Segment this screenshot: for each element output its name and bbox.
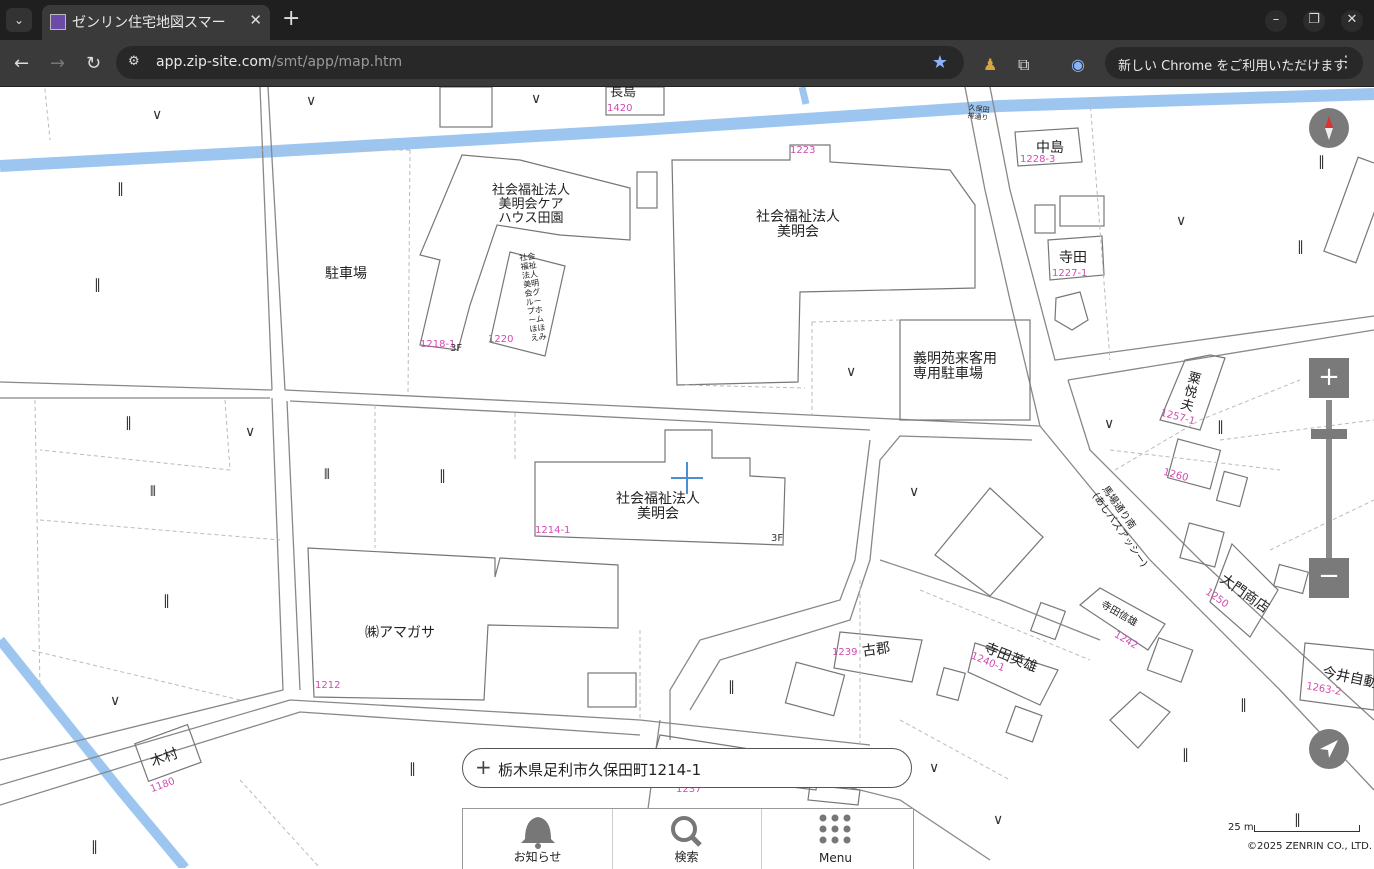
forward-button[interactable]: → [50,53,65,74]
bell-icon [521,817,555,849]
label-furugo: 古郡 [861,640,892,660]
label-shafuku-center: 社会福祉法人 美明会 [616,491,700,522]
lot-number: 1214-1 [535,525,571,536]
label-terada: 寺田 [1059,250,1087,266]
lot-number: 1227-1 [1052,268,1088,279]
field-symbol-icon: ∨ [909,484,920,500]
field-symbol-icon: ∨ [110,693,121,709]
address-omnibox[interactable]: ⚙ app.zip-site.com/smt/app/map.htm ★ [116,46,964,79]
paddy-symbol-icon: ∥ [1240,697,1247,713]
bookmark-star-icon[interactable]: ★ [932,52,948,73]
restore-button[interactable]: ❐ [1303,10,1325,32]
label-shafuku-top: 社会福祉法人 美明会 [756,209,840,240]
label-amagasa: ㈱アマガサ [365,625,435,641]
field-symbol-icon: ∨ [1104,416,1115,432]
paddy-symbol-icon: ∥ [439,468,446,484]
field-symbol-icon: ∨ [531,91,542,107]
search-icon [671,816,702,847]
bottom-menu: お知らせ 検索 Menu [462,808,914,869]
lot-number: 1212 [315,680,341,691]
label-care-house: 社会福祉法人 美明会ケア ハウス田園 [492,183,571,226]
floor-count: 3F [771,533,784,544]
lot-number: 1420 [607,103,633,114]
zenrin-favicon-icon [50,14,66,30]
menu-search-button[interactable]: 検索 [612,809,762,869]
floor-count: 3F [450,343,463,354]
lot-number: 1220 [488,334,514,345]
field-symbol-icon: ∨ [306,93,317,109]
paddy-symbol-icon: ∥ [163,593,170,609]
scale-bar [1254,825,1360,832]
menu-label: 検索 [674,850,699,864]
field-symbol-icon: ∨ [152,107,163,123]
zoom-out-button[interactable]: − [1309,558,1349,598]
paddy-symbol-icon: ∥ [117,181,124,197]
field-symbol-icon: ∨ [846,364,857,380]
zoom-in-button[interactable]: + [1309,358,1349,398]
compass-button[interactable] [1309,108,1349,148]
menu-main-button[interactable]: Menu [761,809,910,869]
menu-notices-button[interactable]: お知らせ [463,809,613,869]
reload-button[interactable]: ↻ [86,53,101,74]
field-symbol-icon: ∨ [245,424,256,440]
paddy-symbol-icon: ∥ [1217,419,1224,435]
field-symbol-icon: ∨ [993,812,1004,828]
paddy-symbol-icon: ∥ [1182,747,1189,763]
paddy-symbol-icon: ∥ [125,415,132,431]
label-visitor-parking: 義明苑来客用 専用駐車場 [913,351,997,382]
site-info-icon[interactable]: ⚙ [128,54,140,69]
update-text: 新しい Chrome をご利用いただけます [1118,59,1347,74]
paddy-symbol-icon: ∥ [94,277,101,293]
browser-toolbar: ← → ↻ ⚙ app.zip-site.com/smt/app/map.htm… [0,40,1374,87]
plus-icon: + [475,755,492,779]
tab-bar: ⌄ ゼンリン住宅地図スマー ✕ + – ❐ ✕ [0,0,1374,40]
tab-search-button[interactable]: ⌄ [6,8,32,32]
lot-number: 1223 [790,145,816,156]
extension-icon[interactable]: ♟ [983,55,997,74]
grid-icon [819,814,851,844]
zoom-slider-handle[interactable] [1311,429,1347,439]
paddy-symbol-icon: ∥ [1318,154,1325,170]
paddy-symbol-icon: ∥ [1297,239,1304,255]
orchard-symbol-icon: ⫴ [324,467,330,483]
address-bar[interactable]: + 栃木県足利市久保田町1214-1 [462,748,912,788]
address-text: 栃木県足利市久保田町1214-1 [498,761,702,779]
label-parking: 駐車場 [325,266,367,282]
menu-label: お知らせ [513,850,562,864]
back-button[interactable]: ← [14,53,29,74]
copyright-text: ©2025 ZENRIN CO., LTD. [1247,841,1372,852]
label-road-kubota: 久保田 排通り [966,103,991,123]
current-location-button[interactable] [1309,729,1349,769]
navigation-arrow-icon [1320,740,1338,758]
paddy-symbol-icon: ∥ [409,761,416,777]
paddy-symbol-icon: ∥ [728,679,735,695]
close-window-button[interactable]: ✕ [1341,10,1363,32]
more-menu-icon[interactable]: ⋮ [1338,52,1354,71]
field-symbol-icon: ∨ [1176,213,1187,229]
compass-icon [1325,116,1333,140]
paddy-symbol-icon: ∥ [91,839,98,855]
field-symbol-icon: ∨ [929,760,940,776]
lot-number: 1228-3 [1020,154,1056,165]
extensions-puzzle-icon[interactable]: ⧉ [1018,55,1029,75]
url-text[interactable]: app.zip-site.com/smt/app/map.htm [156,54,402,70]
profile-icon[interactable]: ◉ [1071,55,1085,74]
minimize-button[interactable]: – [1265,10,1287,32]
label-nagashima: 長島 [610,87,637,100]
chrome-update-button[interactable]: 新しい Chrome をご利用いただけます ⋮ [1105,47,1363,79]
tab-title: ゼンリン住宅地図スマー [72,15,226,31]
new-tab-button[interactable]: + [282,6,300,31]
lot-number: 1239 [832,647,858,658]
tab-close-icon[interactable]: ✕ [249,11,262,29]
scale-label: 25 m [1228,822,1254,833]
orchard-symbol-icon: ⫴ [150,484,156,500]
zoom-slider-track[interactable] [1326,400,1332,558]
browser-tab[interactable]: ゼンリン住宅地図スマー ✕ [42,5,270,40]
menu-label: Menu [819,851,852,865]
